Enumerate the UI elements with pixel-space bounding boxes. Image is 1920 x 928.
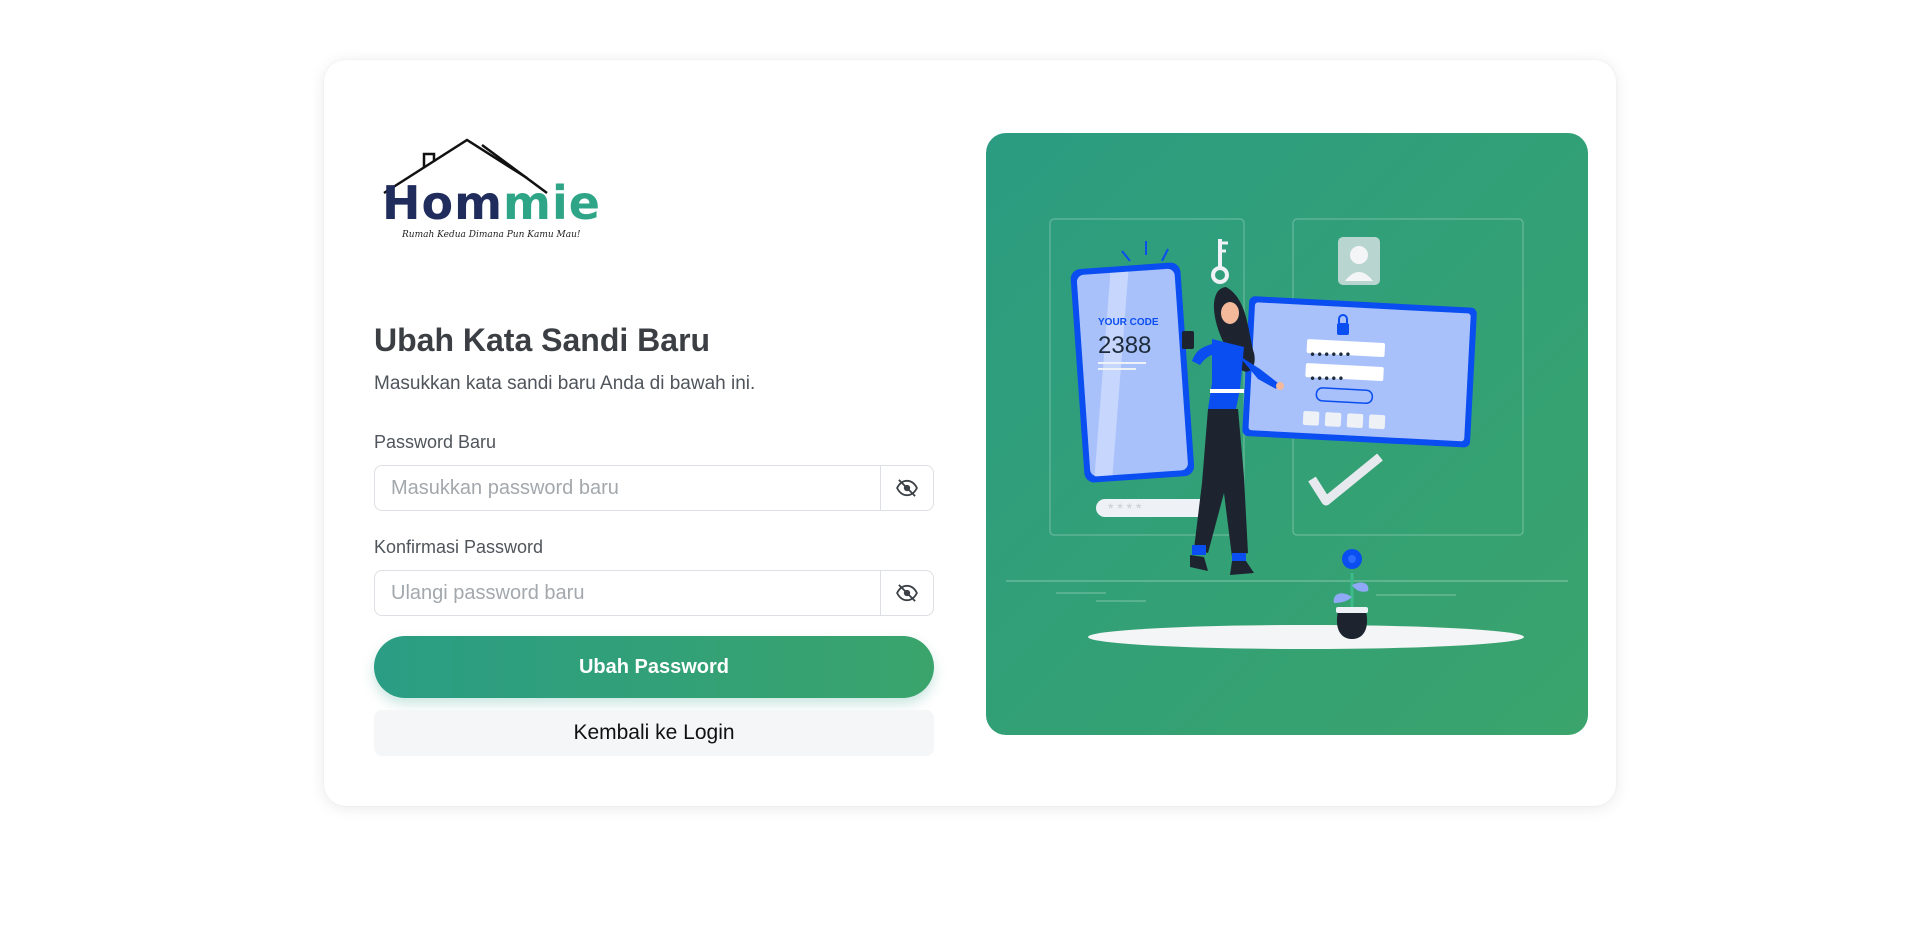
eye-slash-icon: [896, 479, 918, 497]
brand-name-part2: mie: [503, 176, 601, 230]
illustration-panel: YOUR CODE 2388 * * * * •••••• •••••: [986, 133, 1588, 735]
toggle-confirm-password-visibility[interactable]: [880, 571, 933, 615]
masked-pin: * * * *: [1108, 500, 1142, 516]
new-password-label: Password Baru: [374, 432, 497, 452]
reset-password-card: Hommie Rumah Kedua Dimana Pun Kamu Mau! …: [324, 60, 1616, 806]
page-title: Ubah Kata Sandi Baru: [374, 322, 711, 358]
eye-slash-icon: [896, 584, 918, 602]
brand-name-part1: Hom: [382, 176, 504, 230]
brand-logo: Hommie: [382, 176, 600, 230]
change-password-button[interactable]: Ubah Password: [374, 636, 934, 698]
password-reset-illustration: YOUR CODE 2388 * * * * •••••• •••••: [1006, 218, 1568, 649]
back-to-login-button[interactable]: Kembali ke Login: [374, 710, 934, 756]
page-subtitle: Masukkan kata sandi baru Anda di bawah i…: [374, 373, 756, 394]
masked-password-1: ••••••: [1309, 348, 1351, 362]
confirm-password-group: [374, 570, 934, 616]
your-code-caption: YOUR CODE: [1098, 317, 1159, 328]
brand-tagline: Rumah Kedua Dimana Pun Kamu Mau!: [402, 230, 581, 240]
your-code-value: 2388: [1098, 332, 1151, 359]
toggle-new-password-visibility[interactable]: [880, 466, 933, 510]
confirm-password-input[interactable]: [375, 571, 880, 615]
new-password-input[interactable]: [375, 466, 880, 510]
new-password-group: [374, 465, 934, 511]
confirm-password-label: Konfirmasi Password: [374, 537, 544, 557]
masked-password-2: •••••: [1309, 372, 1344, 386]
